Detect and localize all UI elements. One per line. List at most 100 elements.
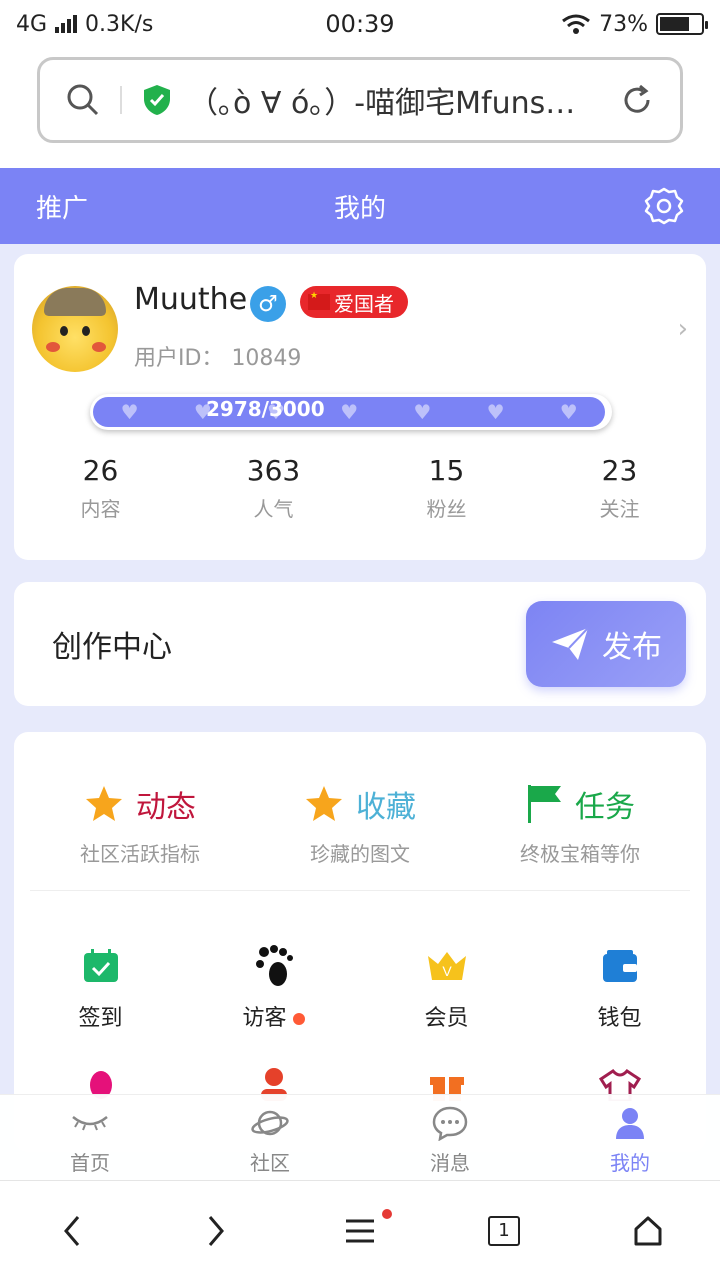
address-divider <box>120 86 122 114</box>
paper-plane-icon <box>552 627 589 660</box>
male-icon: ♂ <box>250 286 286 322</box>
tab-label: 我的 <box>610 1151 650 1175</box>
feature-subtitle: 社区活跃指标 <box>80 842 200 866</box>
app-header: 推广 我的 <box>0 168 720 244</box>
menu-button[interactable] <box>288 1208 432 1245</box>
promote-link[interactable]: 推广 <box>36 188 236 225</box>
feature-tasks[interactable]: 任务 终极宝箱等你 <box>470 782 690 892</box>
tabs-button[interactable]: 1 <box>432 1215 576 1246</box>
visitors-label: 访客 <box>242 1006 287 1031</box>
hamburger-menu-icon <box>346 1219 374 1242</box>
features-card: 动态 社区活跃指标 收藏 珍藏的图文 任务 终极宝箱等你 签到 访客 V 会员 … <box>14 732 706 1152</box>
planet-icon <box>251 1110 289 1136</box>
chevron-right-icon[interactable]: › <box>678 314 688 344</box>
flag-icon <box>528 785 561 823</box>
status-time: 00:39 <box>325 10 395 38</box>
footprints-icon <box>255 945 293 986</box>
home-icon <box>634 1216 662 1245</box>
username: Muuthe <box>134 282 248 317</box>
page-title[interactable]: （｡ò ∀ ó｡）-喵御宅Mfuns… <box>188 78 620 122</box>
stat-value: 26 <box>82 454 119 487</box>
tab-messages[interactable]: 消息 <box>360 1095 540 1180</box>
home-button[interactable] <box>576 1215 720 1247</box>
network-speed: 0.3K/s <box>85 11 154 37</box>
avatar[interactable] <box>32 286 118 372</box>
search-icon[interactable] <box>66 83 100 117</box>
feature-favorites[interactable]: 收藏 珍藏的图文 <box>250 782 470 892</box>
user-id-value: 10849 <box>231 346 302 371</box>
chevron-left-icon <box>64 1215 80 1246</box>
membership-label: 会员 <box>424 1006 469 1031</box>
closed-eye-icon <box>72 1116 108 1131</box>
stat-fans[interactable]: 15 粉丝 <box>360 454 533 522</box>
notification-dot <box>292 1013 305 1025</box>
user-id: 用户ID： 10849 <box>134 340 301 372</box>
browser-address-area: （｡ò ∀ ó｡）-喵御宅Mfuns… <box>0 48 720 168</box>
tab-home[interactable]: 首页 <box>0 1095 180 1180</box>
chevron-right-icon <box>208 1215 224 1246</box>
publish-button[interactable]: 发布 <box>526 601 686 687</box>
membership-button[interactable]: V 会员 <box>360 944 533 1032</box>
status-bar: 4G 0.3K/s 00:39 73% <box>0 0 720 48</box>
notification-dot <box>382 1208 392 1219</box>
feature-subtitle: 珍藏的图文 <box>310 842 410 866</box>
stat-label: 人气 <box>253 497 294 521</box>
crown-icon: V <box>427 952 466 980</box>
feature-title: 收藏 <box>356 790 416 825</box>
address-bar[interactable]: （｡ò ∀ ó｡）-喵御宅Mfuns… <box>37 57 683 143</box>
refresh-icon[interactable] <box>620 83 654 117</box>
back-button[interactable] <box>0 1214 144 1248</box>
chat-bubble-icon <box>432 1106 468 1141</box>
feature-title: 动态 <box>136 790 196 825</box>
stat-label: 粉丝 <box>426 497 467 521</box>
feature-activity[interactable]: 动态 社区活跃指标 <box>30 782 250 892</box>
checkin-label: 签到 <box>78 1006 123 1031</box>
wallet-button[interactable]: 钱包 <box>533 944 706 1032</box>
star-icon <box>306 786 342 821</box>
header-title: 我的 <box>333 193 386 224</box>
stat-popularity[interactable]: 363 人气 <box>187 454 360 522</box>
quick-actions-row: 签到 访客 V 会员 钱包 <box>14 944 706 1032</box>
checkin-button[interactable]: 签到 <box>14 944 187 1032</box>
wallet-icon <box>602 950 637 982</box>
battery-icon <box>656 13 708 35</box>
signal-icon <box>55 15 78 33</box>
feature-subtitle: 终极宝箱等你 <box>520 842 640 866</box>
tab-mine[interactable]: 我的 <box>540 1095 720 1180</box>
stat-following[interactable]: 23 关注 <box>533 454 706 522</box>
tab-community[interactable]: 社区 <box>180 1095 360 1180</box>
tab-label: 首页 <box>70 1151 110 1175</box>
experience-text: 2978/3000 <box>206 397 325 421</box>
feature-title: 任务 <box>575 790 635 825</box>
gear-icon[interactable] <box>644 186 684 226</box>
divider <box>30 890 690 891</box>
stat-value: 15 <box>428 454 465 487</box>
browser-toolbar: 1 <box>0 1180 720 1280</box>
stat-content[interactable]: 26 内容 <box>14 454 187 522</box>
stat-label: 内容 <box>80 497 121 521</box>
badge-label: 爱国者 <box>334 291 394 316</box>
publish-label: 发布 <box>602 630 662 665</box>
user-id-label: 用户ID： <box>134 346 224 371</box>
user-icon <box>616 1108 644 1139</box>
creation-center-card: 创作中心 发布 <box>14 582 706 706</box>
calendar-check-icon <box>83 949 118 982</box>
stat-value: 363 <box>246 454 301 487</box>
china-flag-icon <box>308 291 330 310</box>
forward-button[interactable] <box>144 1214 288 1248</box>
battery-percent: 73% <box>599 11 648 37</box>
patriot-badge: 爱国者 <box>300 286 408 318</box>
app-tab-bar: 首页 社区 消息 我的 <box>0 1094 720 1180</box>
experience-bar: ♥ ♥ ♥ ♥ ♥ ♥ ♥ 2978/3000 <box>90 394 612 430</box>
shield-check-icon <box>144 85 170 115</box>
stat-label: 关注 <box>599 497 640 521</box>
creation-center-title: 创作中心 <box>52 630 172 665</box>
network-type: 4G <box>16 11 48 37</box>
stat-value: 23 <box>601 454 638 487</box>
stats-row: 26 内容 363 人气 15 粉丝 23 关注 <box>14 454 706 522</box>
visitors-button[interactable]: 访客 <box>187 944 360 1032</box>
tab-label: 消息 <box>430 1151 470 1175</box>
star-icon <box>86 786 122 821</box>
wifi-icon <box>562 14 591 34</box>
profile-card[interactable]: Muuthe ♂ 爱国者 用户ID： 10849 › ♥♥♥♥♥♥♥ 2978/3… <box>14 254 706 560</box>
